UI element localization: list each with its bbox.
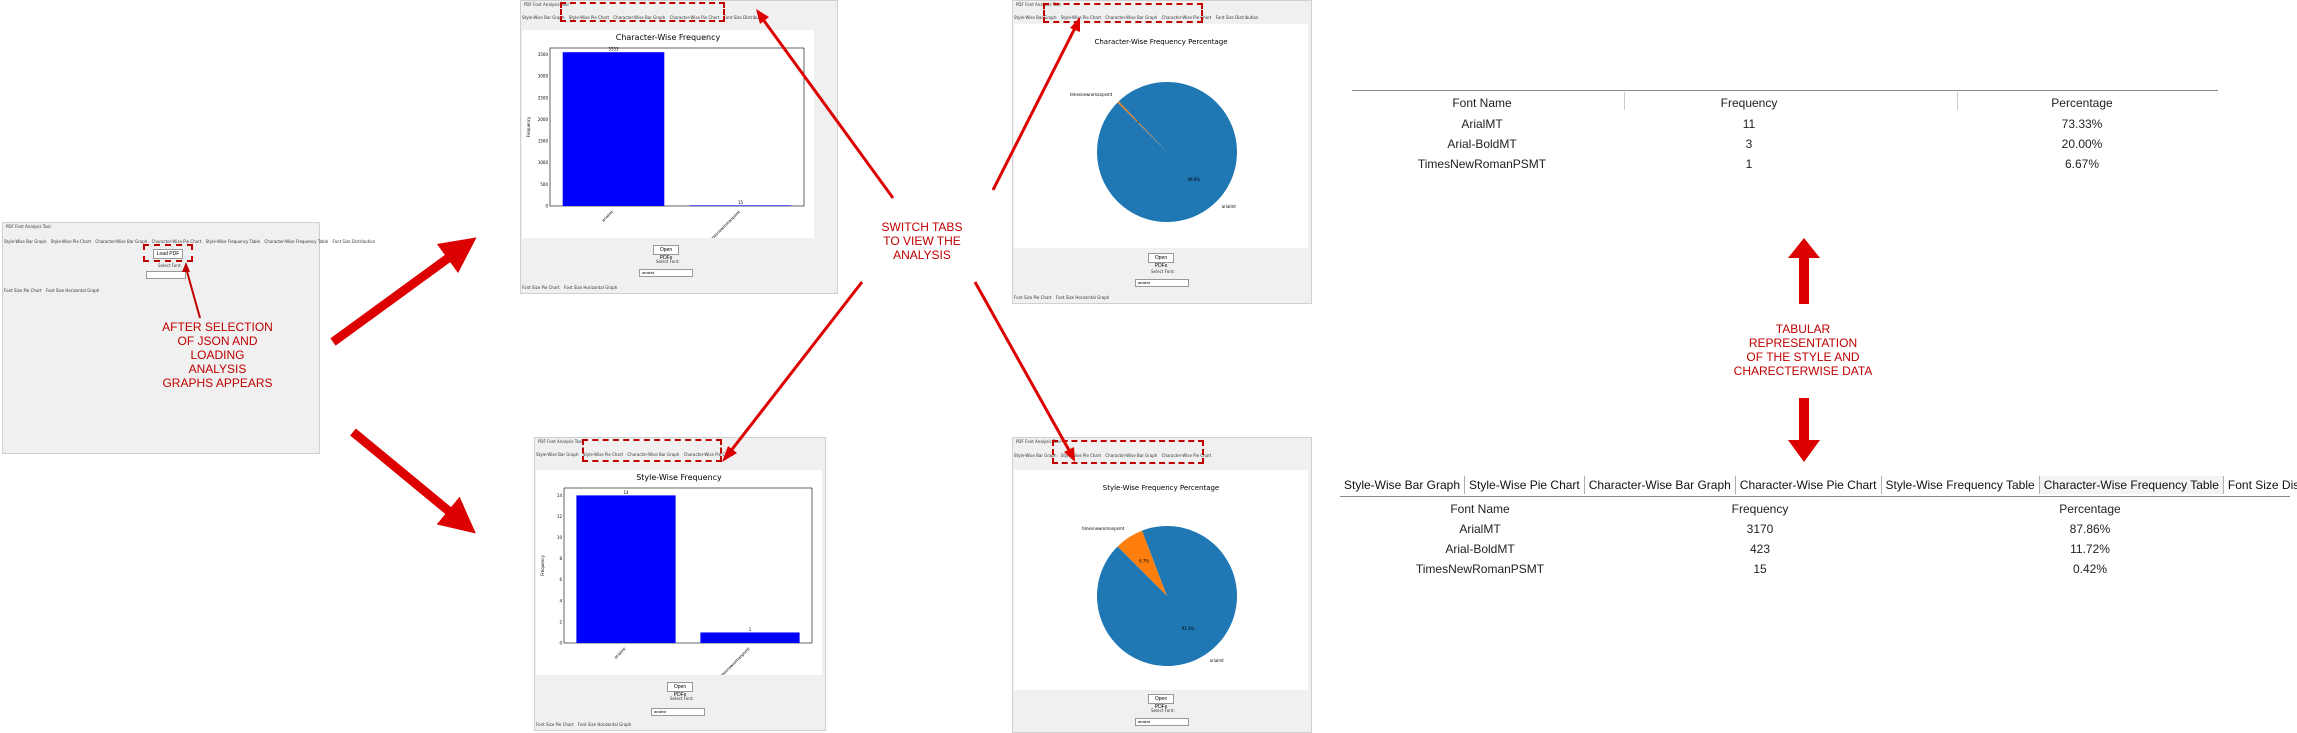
arrow-to-bottom-left-tabs (728, 281, 864, 453)
arrow-up-shaft (1799, 256, 1809, 304)
annotation-arrows (182, 9, 1820, 534)
arrow-up-head (1788, 238, 1820, 258)
arrow-to-top-right-tabs (991, 25, 1078, 191)
arrow-head (756, 9, 769, 24)
arrow-thin-load (185, 267, 201, 319)
arrow-head-load (182, 262, 190, 272)
arrow-head (1064, 447, 1075, 462)
arrow-down-shaft (1799, 398, 1809, 442)
arrow-down-head (1788, 440, 1820, 462)
arrow-to-top-left-tabs (760, 17, 895, 199)
arrow-head (722, 446, 737, 462)
arrow-to-char-bar (330, 237, 477, 346)
arrow-head (1070, 17, 1080, 32)
arrow-to-style-bar (350, 428, 476, 534)
arrow-to-bottom-right-tabs (973, 281, 1072, 453)
